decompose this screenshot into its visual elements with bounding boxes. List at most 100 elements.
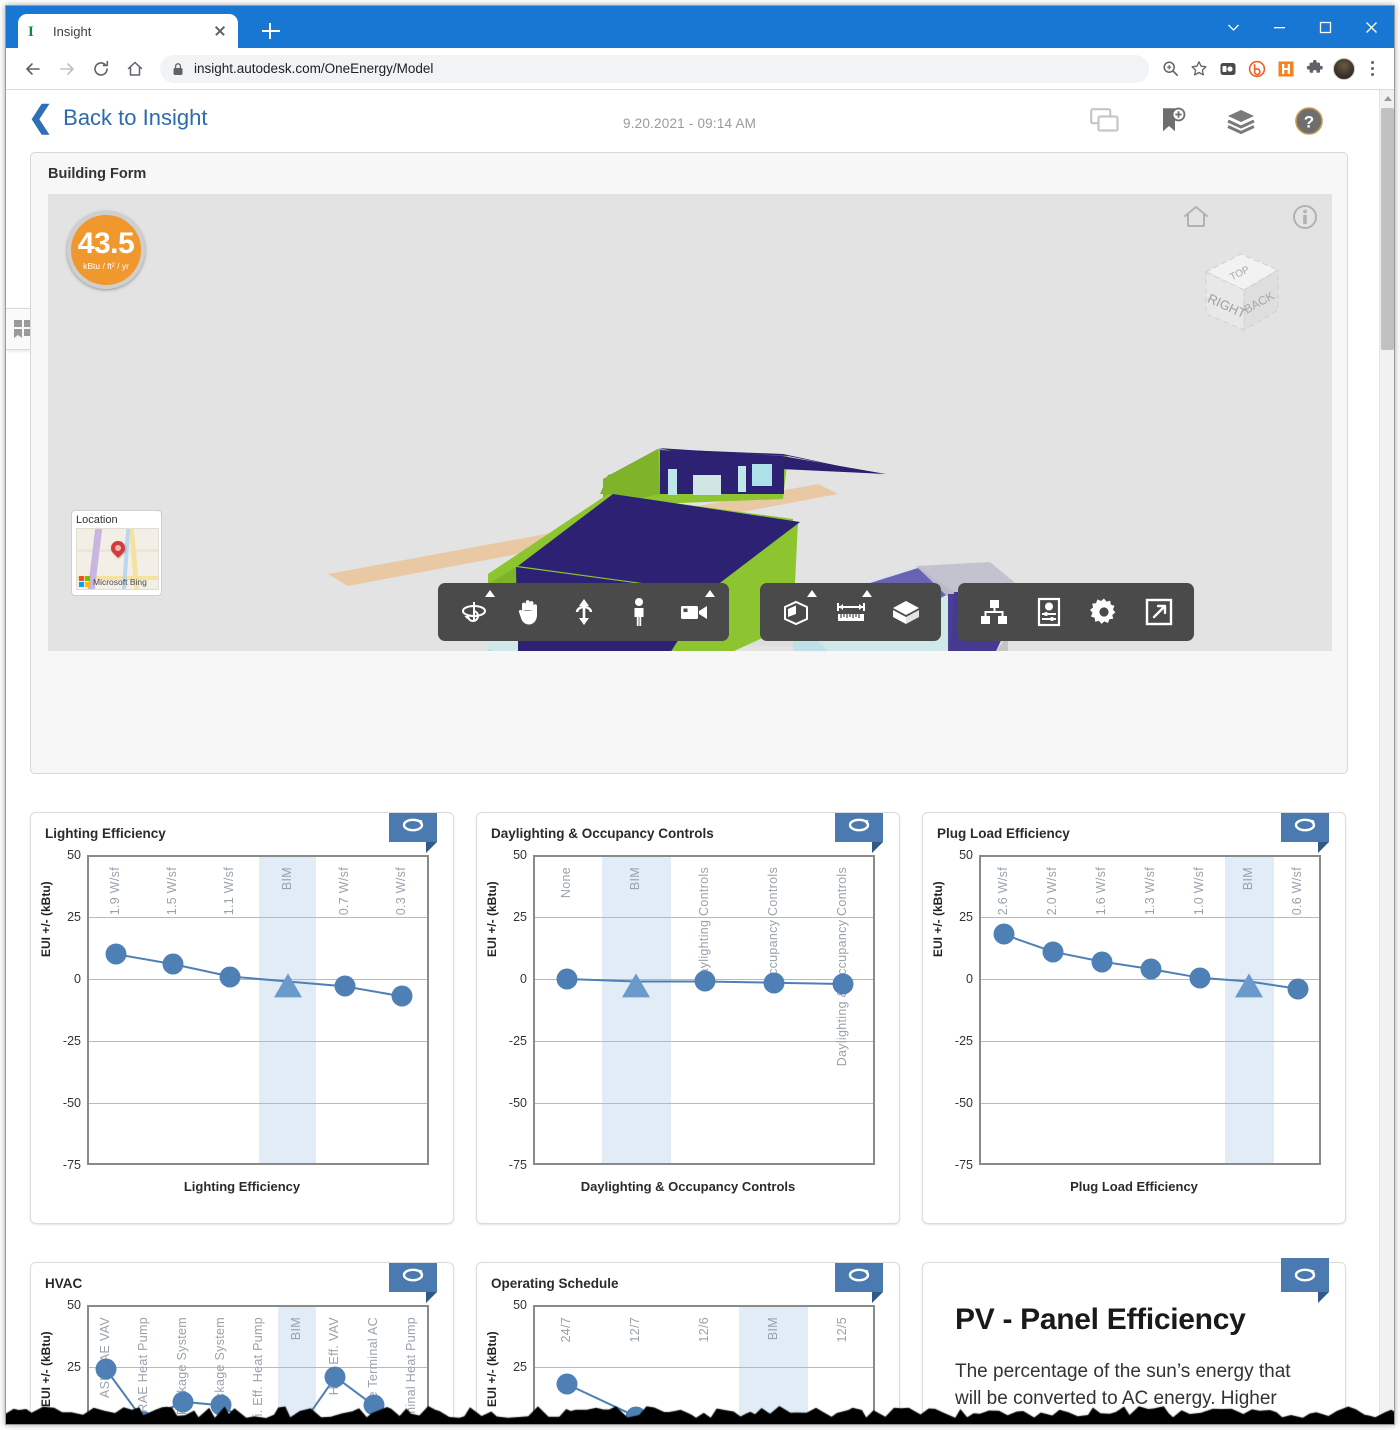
display-toolbar: [760, 583, 941, 641]
chart-data-point[interactable]: [210, 1395, 231, 1416]
zoom-extents-icon[interactable]: [556, 584, 611, 640]
chart-data-point[interactable]: [392, 986, 413, 1007]
page-scrollbar[interactable]: [1379, 90, 1394, 1424]
viewcube[interactable]: TOP RIGHT BACK: [1186, 240, 1296, 340]
navigation-toolbar: [438, 583, 729, 641]
reload-icon[interactable]: [84, 52, 118, 86]
chart-y-tick: 50: [513, 848, 527, 862]
chevron-left-icon: ❮: [28, 104, 53, 132]
add-bookmark-icon[interactable]: [1156, 104, 1190, 138]
measure-icon[interactable]: [823, 584, 878, 640]
option-chart: EUI +/- (kBtu) 50 25 0 -25 -50 -75 None BIM Dayli…: [477, 839, 899, 1223]
scrollbar-down-button[interactable]: [1380, 1408, 1394, 1424]
chart-data-point[interactable]: [363, 1395, 384, 1416]
chart-data-point[interactable]: [832, 973, 853, 994]
chart-current-marker[interactable]: [622, 974, 650, 998]
new-tab-button[interactable]: [258, 18, 284, 44]
browser-tab[interactable]: Insight: [18, 14, 238, 48]
help-icon[interactable]: ?: [1292, 104, 1326, 138]
scrollbar-up-button[interactable]: [1380, 90, 1394, 106]
maximize-button[interactable]: [1302, 6, 1348, 48]
chart-data-point[interactable]: [220, 966, 241, 987]
hierarchy-icon[interactable]: [966, 584, 1021, 640]
chart-y-tick: 0: [74, 972, 81, 986]
location-map-thumbnail[interactable]: Microsoft Bing: [76, 528, 159, 590]
tab-close-icon[interactable]: [212, 23, 228, 39]
honey-icon[interactable]: [1273, 56, 1299, 82]
chart-data-point[interactable]: [96, 1359, 117, 1380]
chrome-menu-icon[interactable]: [1360, 56, 1384, 82]
tab-title: Insight: [53, 24, 212, 39]
chart-data-point[interactable]: [1141, 959, 1162, 980]
flip-card-icon[interactable]: [389, 812, 437, 842]
pan-hand-icon[interactable]: [501, 584, 556, 640]
flip-card-icon[interactable]: [1281, 1258, 1329, 1292]
browser-window: Insight: [5, 5, 1395, 1425]
layers-icon[interactable]: [1224, 104, 1258, 138]
zoom-icon[interactable]: [1157, 56, 1183, 82]
puzzle-extensions-icon[interactable]: [1302, 56, 1328, 82]
flip-card-icon[interactable]: [389, 1262, 437, 1292]
gear-icon[interactable]: [1076, 584, 1131, 640]
option-card: Plug Load Efficiency EUI +/- (kBtu) 50 25 0-…: [922, 812, 1346, 1224]
chart-data-point[interactable]: [325, 1366, 346, 1387]
bitly-icon[interactable]: [1244, 56, 1270, 82]
back-arrow-icon[interactable]: [16, 52, 50, 86]
extension-cast-icon[interactable]: [1215, 56, 1241, 82]
viewport-info-icon[interactable]: [1292, 204, 1318, 235]
flip-card-icon[interactable]: [835, 1262, 883, 1292]
chart-y-axis-label: EUI +/- (kBtu): [39, 881, 53, 957]
chart-current-marker[interactable]: [1235, 974, 1263, 998]
chart-y-tick: -75: [63, 1158, 81, 1172]
chart-data-point[interactable]: [993, 924, 1014, 945]
pv-panel-efficiency-card: PV - Panel Efficiency The percentage of …: [922, 1262, 1346, 1424]
timestamp: 9.20.2021 - 09:14 AM: [623, 116, 756, 131]
minimize-button[interactable]: [1256, 6, 1302, 48]
chart-data-point[interactable]: [172, 1391, 193, 1412]
settings-toolbar: [958, 583, 1194, 641]
chart-data-point[interactable]: [557, 969, 578, 990]
back-to-insight-link[interactable]: ❮ Back to Insight: [28, 104, 207, 132]
chart-y-tick: 25: [67, 910, 81, 924]
duplicate-windows-icon[interactable]: [1088, 104, 1122, 138]
profile-avatar[interactable]: [1331, 56, 1357, 82]
chart-data-point[interactable]: [1288, 978, 1309, 999]
walk-person-icon[interactable]: [611, 584, 666, 640]
chart-data-point[interactable]: [1042, 941, 1063, 962]
chart-data-point[interactable]: [763, 972, 784, 993]
location-card[interactable]: Location Microsoft Bing: [71, 510, 162, 596]
chart-data-point[interactable]: [695, 971, 716, 992]
chart-data-point[interactable]: [335, 976, 356, 997]
isolate-cube-icon[interactable]: [878, 584, 933, 640]
map-attribution-label: Microsoft Bing: [93, 577, 147, 587]
section-box-icon[interactable]: [768, 584, 823, 640]
chart-series-line: [533, 1305, 877, 1424]
camera-icon[interactable]: [666, 584, 721, 640]
model-viewport[interactable]: 43.5 kBtu / ft² / yr Location Microsoft …: [48, 194, 1332, 651]
flip-card-icon[interactable]: [1281, 812, 1329, 842]
close-window-button[interactable]: [1348, 6, 1394, 48]
chart-data-point[interactable]: [105, 944, 126, 965]
pv-body-text: The percentage of the sun’s energy that …: [923, 1337, 1345, 1424]
flip-card-icon[interactable]: [835, 812, 883, 842]
chart-data-point[interactable]: [1091, 951, 1112, 972]
orbit-icon[interactable]: [446, 584, 501, 640]
chart-current-marker[interactable]: [274, 974, 302, 998]
scrollbar-thumb[interactable]: [1381, 108, 1394, 350]
minimize-to-tray-button[interactable]: [1210, 6, 1256, 48]
chart-data-point[interactable]: [163, 954, 184, 975]
properties-icon[interactable]: [1021, 584, 1076, 640]
forward-arrow-icon[interactable]: [50, 52, 84, 86]
fullscreen-icon[interactable]: [1131, 584, 1186, 640]
eui-badge: 43.5 kBtu / ft² / yr: [67, 211, 145, 289]
home-icon[interactable]: [118, 52, 152, 86]
chart-y-axis-label: EUI +/- (kBtu): [485, 1331, 499, 1407]
chart-data-point[interactable]: [1190, 967, 1211, 988]
chart-y-tick: -75: [509, 1158, 527, 1172]
address-bar[interactable]: insight.autodesk.com/OneEnergy/Model: [160, 55, 1149, 83]
app-header-icons: ?: [1088, 104, 1326, 138]
viewport-home-icon[interactable]: [1182, 204, 1210, 235]
chart-data-point[interactable]: [626, 1406, 647, 1424]
chart-data-point[interactable]: [557, 1374, 578, 1395]
bookmark-star-icon[interactable]: [1186, 56, 1212, 82]
